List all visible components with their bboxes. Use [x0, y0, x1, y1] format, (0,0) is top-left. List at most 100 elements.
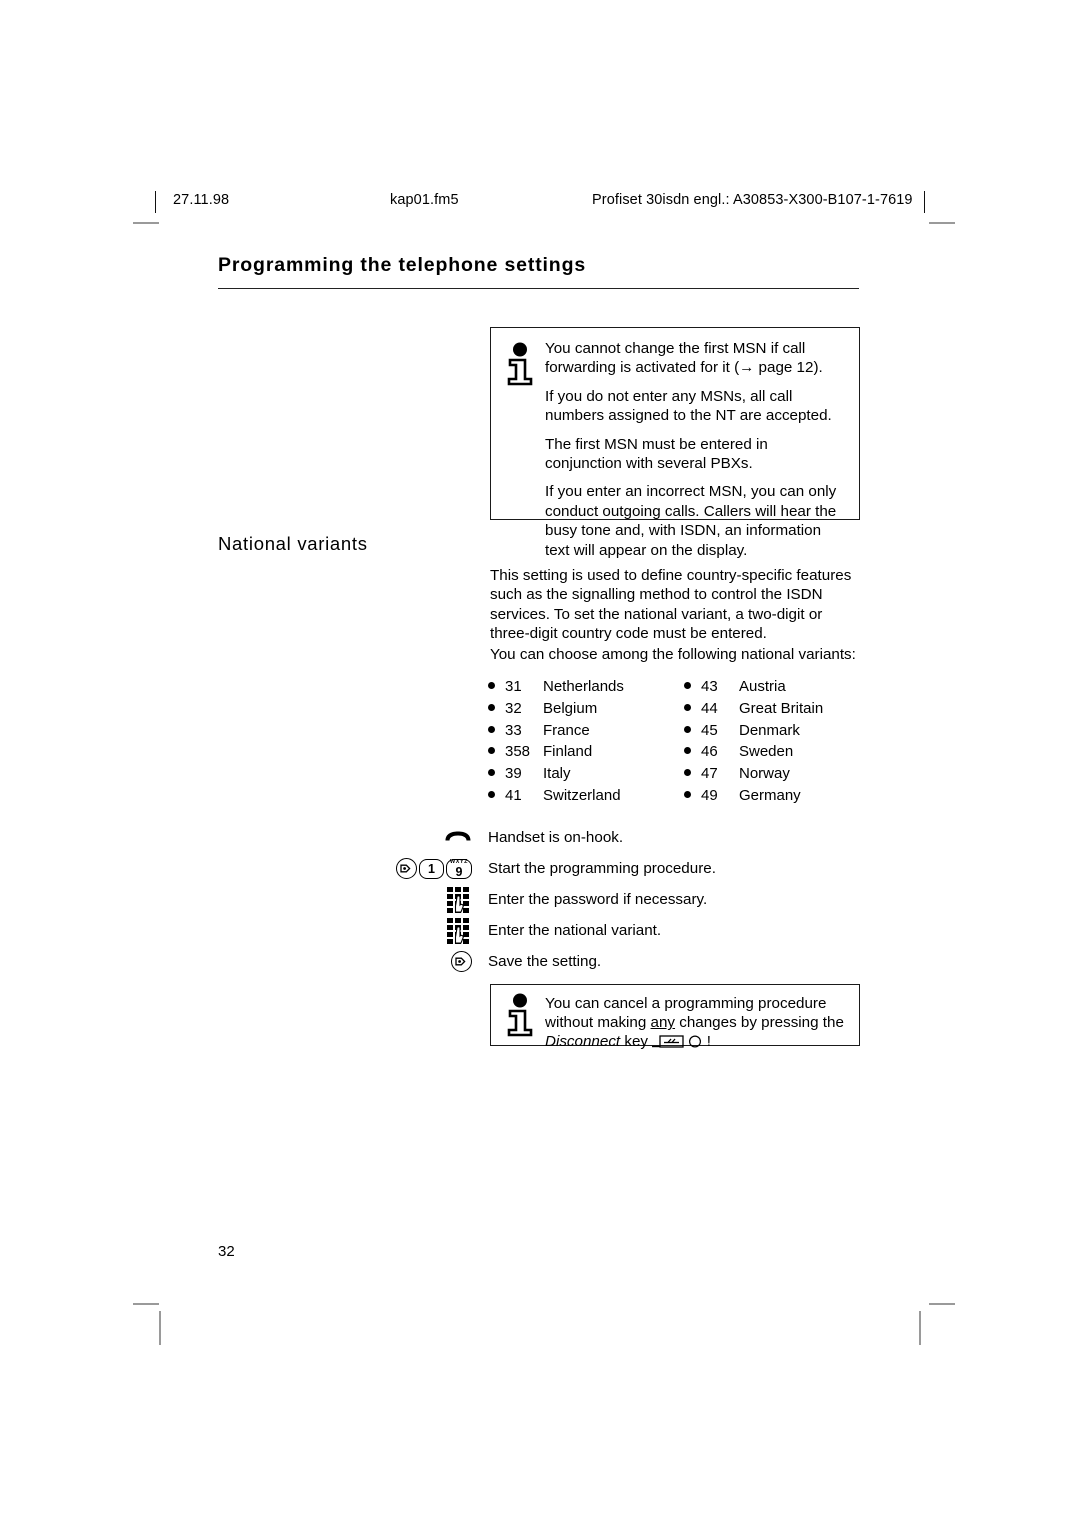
- note-box-cancel: You can cancel a programming procedure w…: [490, 984, 860, 1050]
- cancel-line-1: You can cancel a programming procedure: [545, 995, 827, 1012]
- variant-code: 43: [701, 678, 718, 695]
- note-paragraph-2: If you do not enter any MSNs, all call n…: [545, 387, 832, 425]
- set-key-icon[interactable]: [396, 858, 418, 879]
- list-item: 33 France: [488, 722, 624, 744]
- crop-tick-bottom-right: [919, 1311, 921, 1345]
- keypad-icon: [447, 886, 469, 913]
- variant-code: 44: [701, 699, 718, 717]
- variant-code: 31: [505, 678, 522, 695]
- variants-column-right: 43 Austria 44 Great Britain 45 Denmark 4…: [684, 678, 823, 809]
- set-key-icon[interactable]: [451, 951, 472, 972]
- section-choose-paragraph: You can choose among the following natio…: [490, 646, 856, 663]
- bullet-icon: [488, 703, 495, 711]
- crop-mark-bottom-left: [133, 1303, 159, 1305]
- step-row-start-programming: 1 WXYZ 9 Start the programming procedure…: [380, 853, 860, 884]
- list-item: 47 Norway: [684, 765, 823, 787]
- variant-country: Switzerland: [543, 786, 621, 804]
- list-item: 32 Belgium: [488, 700, 624, 722]
- keypad-icon: [447, 917, 469, 944]
- list-item: 49 Germany: [684, 787, 823, 809]
- variant-country: Denmark: [739, 721, 800, 739]
- bullet-icon: [488, 725, 495, 733]
- crop-tick-bottom-left: [159, 1311, 161, 1345]
- step-row-save-setting: Save the setting.: [380, 946, 860, 977]
- bullet-icon: [488, 790, 495, 798]
- step-text: Save the setting.: [488, 953, 602, 970]
- bullet-icon: [684, 747, 691, 755]
- key-9[interactable]: WXYZ 9: [446, 858, 472, 879]
- page-title-rule: [218, 288, 859, 289]
- header-filename: kap01.fm5: [390, 192, 459, 208]
- cancel-line-2-suffix: changes by pressing the: [675, 1014, 844, 1032]
- bullet-icon: [488, 747, 495, 755]
- list-item: 45 Denmark: [684, 722, 823, 744]
- variant-country: Norway: [739, 765, 790, 783]
- variant-country: Netherlands: [543, 678, 624, 695]
- set-arrow-glyph: [455, 957, 466, 966]
- crop-mark-bottom-right: [929, 1303, 955, 1305]
- running-header: 27.11.98 kap01.fm5 Profiset 30isdn engl.…: [155, 190, 925, 216]
- bullet-icon: [684, 725, 691, 733]
- crop-mark-top-right: [929, 222, 955, 224]
- cancel-line-2: without making any changes by pressing t…: [545, 1013, 847, 1032]
- list-item: 43 Austria: [684, 678, 823, 700]
- bullet-icon: [684, 769, 691, 777]
- bullet-icon: [684, 790, 691, 798]
- section-heading: National variants: [218, 533, 368, 554]
- list-item: 44 Great Britain: [684, 700, 823, 722]
- step-icons: [380, 917, 480, 945]
- bullet-icon: [684, 703, 691, 711]
- section-intro-paragraph: This setting is used to define country-s…: [490, 567, 852, 643]
- note-paragraph-1: You cannot change the first MSN if call …: [545, 340, 823, 377]
- list-item: 41 Switzerland: [488, 787, 624, 809]
- note-paragraph-3: The first MSN must be entered in conjunc…: [545, 435, 768, 473]
- cancel-key-word: key: [624, 1033, 649, 1051]
- variant-country: Austria: [739, 678, 786, 695]
- list-item: 39 Italy: [488, 765, 624, 787]
- page-number: 32: [218, 1243, 235, 1260]
- bullet-icon: [684, 682, 691, 689]
- note-box-msn: You cannot change the first MSN if call …: [490, 327, 860, 559]
- variant-code: 358: [505, 743, 531, 761]
- note-box-msn-body: You cannot change the first MSN if call …: [545, 328, 859, 571]
- variant-code: 47: [701, 765, 718, 783]
- variant-country: Italy: [543, 765, 571, 783]
- key-1[interactable]: 1: [419, 858, 445, 879]
- handset-on-hook-icon: [445, 831, 471, 840]
- variant-country: Finland: [543, 743, 593, 761]
- bullet-icon: [488, 769, 495, 777]
- page-title: Programming the telephone settings: [218, 254, 587, 276]
- step-text: Enter the password if necessary.: [488, 891, 708, 908]
- crop-mark-top-left: [133, 222, 159, 224]
- variant-country: Belgium: [543, 699, 598, 717]
- step-icons: 1 WXYZ 9: [380, 858, 480, 879]
- variant-code: 45: [701, 721, 718, 739]
- header-rule-right: [924, 191, 925, 213]
- variant-code: 41: [505, 786, 522, 804]
- note-box-cancel-body: You can cancel a programming procedure w…: [545, 985, 859, 1063]
- step-text: Start the programming procedure.: [488, 860, 716, 877]
- step-icons: [380, 831, 480, 845]
- step-icons: [380, 886, 480, 914]
- disconnect-key-icon[interactable]: [652, 1035, 684, 1049]
- variant-country: Germany: [739, 786, 801, 804]
- variant-country: Sweden: [739, 743, 794, 761]
- bullet-icon: [488, 682, 495, 689]
- step-row-enter-variant: Enter the national variant.: [380, 915, 860, 946]
- disconnect-led-circle-icon: [689, 1035, 702, 1048]
- variant-code: 32: [505, 699, 522, 717]
- step-row-enter-password: Enter the password if necessary.: [380, 884, 860, 915]
- cancel-exclamation: !: [706, 1033, 711, 1051]
- header-rule-left: [155, 191, 156, 213]
- header-date: 27.11.98: [173, 192, 230, 208]
- procedure-steps: Handset is on-hook. 1 WXYZ 9 Start the p…: [380, 822, 860, 977]
- step-text: Handset is on-hook.: [488, 829, 624, 846]
- key-1-label: 1: [428, 861, 435, 876]
- variant-code: 39: [505, 765, 522, 783]
- header-docid: Profiset 30isdn engl.: A30853-X300-B107-…: [592, 192, 913, 208]
- cancel-line-2-prefix: without making: [545, 1014, 651, 1032]
- variant-country: France: [543, 721, 590, 739]
- variant-country: Great Britain: [739, 699, 824, 717]
- step-text: Enter the national variant.: [488, 922, 662, 939]
- info-icon: [507, 993, 533, 1037]
